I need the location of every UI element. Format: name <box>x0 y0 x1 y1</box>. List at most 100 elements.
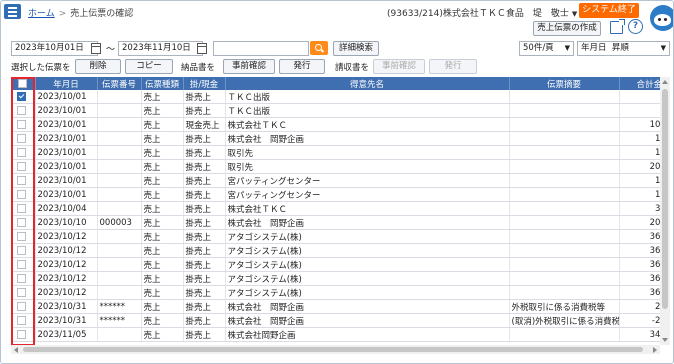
row-checkbox[interactable] <box>17 245 26 255</box>
row-select-cell[interactable] <box>11 159 36 174</box>
row-select-cell[interactable] <box>11 313 36 328</box>
row-checkbox[interactable] <box>17 133 26 143</box>
row-checkbox[interactable] <box>17 175 26 185</box>
row-checkbox[interactable] <box>17 259 26 269</box>
row-checkbox[interactable] <box>17 189 26 199</box>
calendar-icon[interactable] <box>197 43 207 54</box>
row-checkbox[interactable] <box>17 161 26 171</box>
breadcrumb-home-link[interactable]: ホーム <box>28 9 55 19</box>
table-row[interactable]: 2023/10/04 売上掛売上株式会社ＴＫＣ 39, <box>11 201 660 216</box>
row-select-cell[interactable] <box>11 299 36 314</box>
table-row[interactable]: 2023/10/12 売上掛売上アタゴシステム(株) 364, <box>11 257 660 272</box>
row-select-cell[interactable] <box>11 117 36 132</box>
sort-select[interactable]: 年月日 昇順 ▼ <box>577 41 670 56</box>
row-select-cell[interactable] <box>11 285 36 300</box>
row-select-cell[interactable] <box>11 229 36 244</box>
table-row[interactable]: 2023/10/01 売上掛売上ＴＫＣ出版 2, <box>11 90 660 104</box>
table-row[interactable]: 2023/10/12 売上掛売上アタゴシステム(株) 364, <box>11 229 660 244</box>
row-select-cell[interactable] <box>11 257 36 272</box>
table-row[interactable]: 2023/10/01 売上掛売上株式会社 岡野企画 10, <box>11 131 660 146</box>
column-header[interactable]: 伝票種類 <box>141 77 184 90</box>
date-from-input[interactable]: 2023年10月01日 <box>11 41 98 56</box>
row-select-cell[interactable] <box>11 145 36 160</box>
create-voucher-button[interactable]: 売上伝票の作成 <box>533 21 601 36</box>
scroll-thumb[interactable] <box>662 89 668 309</box>
column-header[interactable]: 年月日 <box>35 77 98 90</box>
delivery-issue-button[interactable]: 発行 <box>279 59 325 74</box>
scroll-thumb[interactable] <box>23 347 643 352</box>
scroll-right-icon[interactable] <box>653 347 657 353</box>
row-checkbox[interactable] <box>17 329 26 339</box>
hamburger-menu-icon[interactable] <box>4 4 21 19</box>
cell-memo <box>509 243 620 258</box>
row-select-cell[interactable] <box>11 327 36 342</box>
column-header[interactable]: 掛/現金 <box>183 77 226 90</box>
table-row[interactable]: 2023/10/12 売上掛売上アタゴシステム(株) 364, <box>11 271 660 286</box>
user-menu[interactable]: (93633/214)株式会社ＴＫＣ食品 堤 敬士 ▼ <box>387 6 577 19</box>
keyword-input[interactable] <box>213 41 309 56</box>
table-row[interactable]: 2023/10/12 売上掛売上アタゴシステム(株) 364, <box>11 243 660 258</box>
per-page-select[interactable]: 50件/頁 ▼ <box>519 41 574 56</box>
row-checkbox[interactable] <box>17 273 26 283</box>
delete-button[interactable]: 削除 <box>75 59 121 74</box>
select-all-checkbox[interactable] <box>18 78 28 88</box>
row-select-cell[interactable] <box>11 243 36 258</box>
vertical-scrollbar[interactable] <box>660 77 670 345</box>
row-select-cell[interactable] <box>11 103 36 118</box>
calendar-icon[interactable] <box>91 43 101 54</box>
cell-amount: 364, <box>619 285 660 300</box>
row-checkbox[interactable] <box>17 231 26 241</box>
row-select-cell[interactable] <box>11 187 36 202</box>
table-row[interactable]: 2023/10/01 売上掛売上ＴＫＣ出版 2, <box>11 103 660 118</box>
table-row[interactable]: 2023/10/10000003売上掛売上株式会社 岡野企画 201, <box>11 215 660 230</box>
table-row[interactable]: 2023/10/01 売上掛売上取引先 11, <box>11 145 660 160</box>
help-icon[interactable]: ? <box>628 19 643 34</box>
row-checkbox[interactable] <box>17 315 26 325</box>
detail-search-button[interactable]: 詳細検索 <box>333 41 379 56</box>
row-checkbox[interactable] <box>17 91 26 101</box>
table-row[interactable]: 2023/10/31 ****** 売上 掛売上 株式会社 岡野企画 (取消)外税取引に係… <box>11 313 660 328</box>
table-row[interactable]: 2023/10/31 ****** 売上 掛売上 株式会社 岡野企画 外税取引に係る消費税… <box>11 299 660 314</box>
external-window-icon[interactable] <box>610 19 625 34</box>
select-all-header[interactable] <box>11 77 36 90</box>
row-checkbox[interactable] <box>17 217 26 227</box>
scroll-down-icon[interactable] <box>662 338 668 342</box>
horizontal-scrollbar[interactable] <box>11 345 660 354</box>
row-checkbox[interactable] <box>17 147 26 157</box>
copy-button[interactable]: コピー <box>125 59 173 74</box>
row-checkbox[interactable] <box>17 203 26 213</box>
cell-memo <box>509 131 620 146</box>
receipt-precheck-button[interactable]: 事前確認 <box>373 59 425 74</box>
row-select-cell[interactable] <box>11 90 36 104</box>
table-row[interactable]: 2023/10/01 売上掛売上宮パッティングセンター 11, <box>11 173 660 188</box>
row-checkbox[interactable] <box>17 301 26 311</box>
column-header[interactable]: 伝票番号 <box>97 77 142 90</box>
row-select-cell[interactable] <box>11 131 36 146</box>
date-to-input[interactable]: 2023年11月10日 <box>118 41 203 56</box>
row-checkbox[interactable] <box>17 287 26 297</box>
row-select-cell[interactable] <box>11 173 36 188</box>
receipt-label: 請収書を <box>335 63 370 73</box>
system-end-button[interactable]: システム終了 <box>579 3 639 18</box>
table-row[interactable]: 2023/10/12 売上掛売上アタゴシステム(株) 364, <box>11 285 660 300</box>
row-select-cell[interactable] <box>11 271 36 286</box>
row-select-cell[interactable] <box>11 215 36 230</box>
column-header[interactable]: 得意先名 <box>225 77 510 90</box>
row-select-cell[interactable] <box>11 201 36 216</box>
row-checkbox[interactable] <box>17 105 26 115</box>
cell-date: 2023/10/01 <box>35 131 98 146</box>
table-row[interactable]: 2023/11/05 売上掛売上株式会社岡野企画 348, <box>11 327 660 342</box>
selected-label: 選択した伝票を <box>11 63 71 73</box>
search-button[interactable] <box>310 41 328 55</box>
receipt-issue-button[interactable]: 発行 <box>429 59 477 74</box>
row-checkbox[interactable] <box>17 119 26 129</box>
column-header[interactable]: 合計金額 <box>619 77 660 90</box>
column-header[interactable]: 伝票摘要 <box>509 77 620 90</box>
delivery-precheck-button[interactable]: 事前確認 <box>223 59 275 74</box>
scroll-left-icon[interactable] <box>14 347 18 353</box>
table-row[interactable]: 2023/10/01 売上掛売上取引先 200, <box>11 159 660 174</box>
cell-amount: 11, <box>619 145 660 160</box>
scroll-up-icon[interactable] <box>662 80 668 84</box>
table-row[interactable]: 2023/10/01 売上現金売上株式会社ＴＫＣ 104, <box>11 117 660 132</box>
table-row[interactable]: 2023/10/01 売上掛売上宮パッティングセンター 10, <box>11 187 660 202</box>
